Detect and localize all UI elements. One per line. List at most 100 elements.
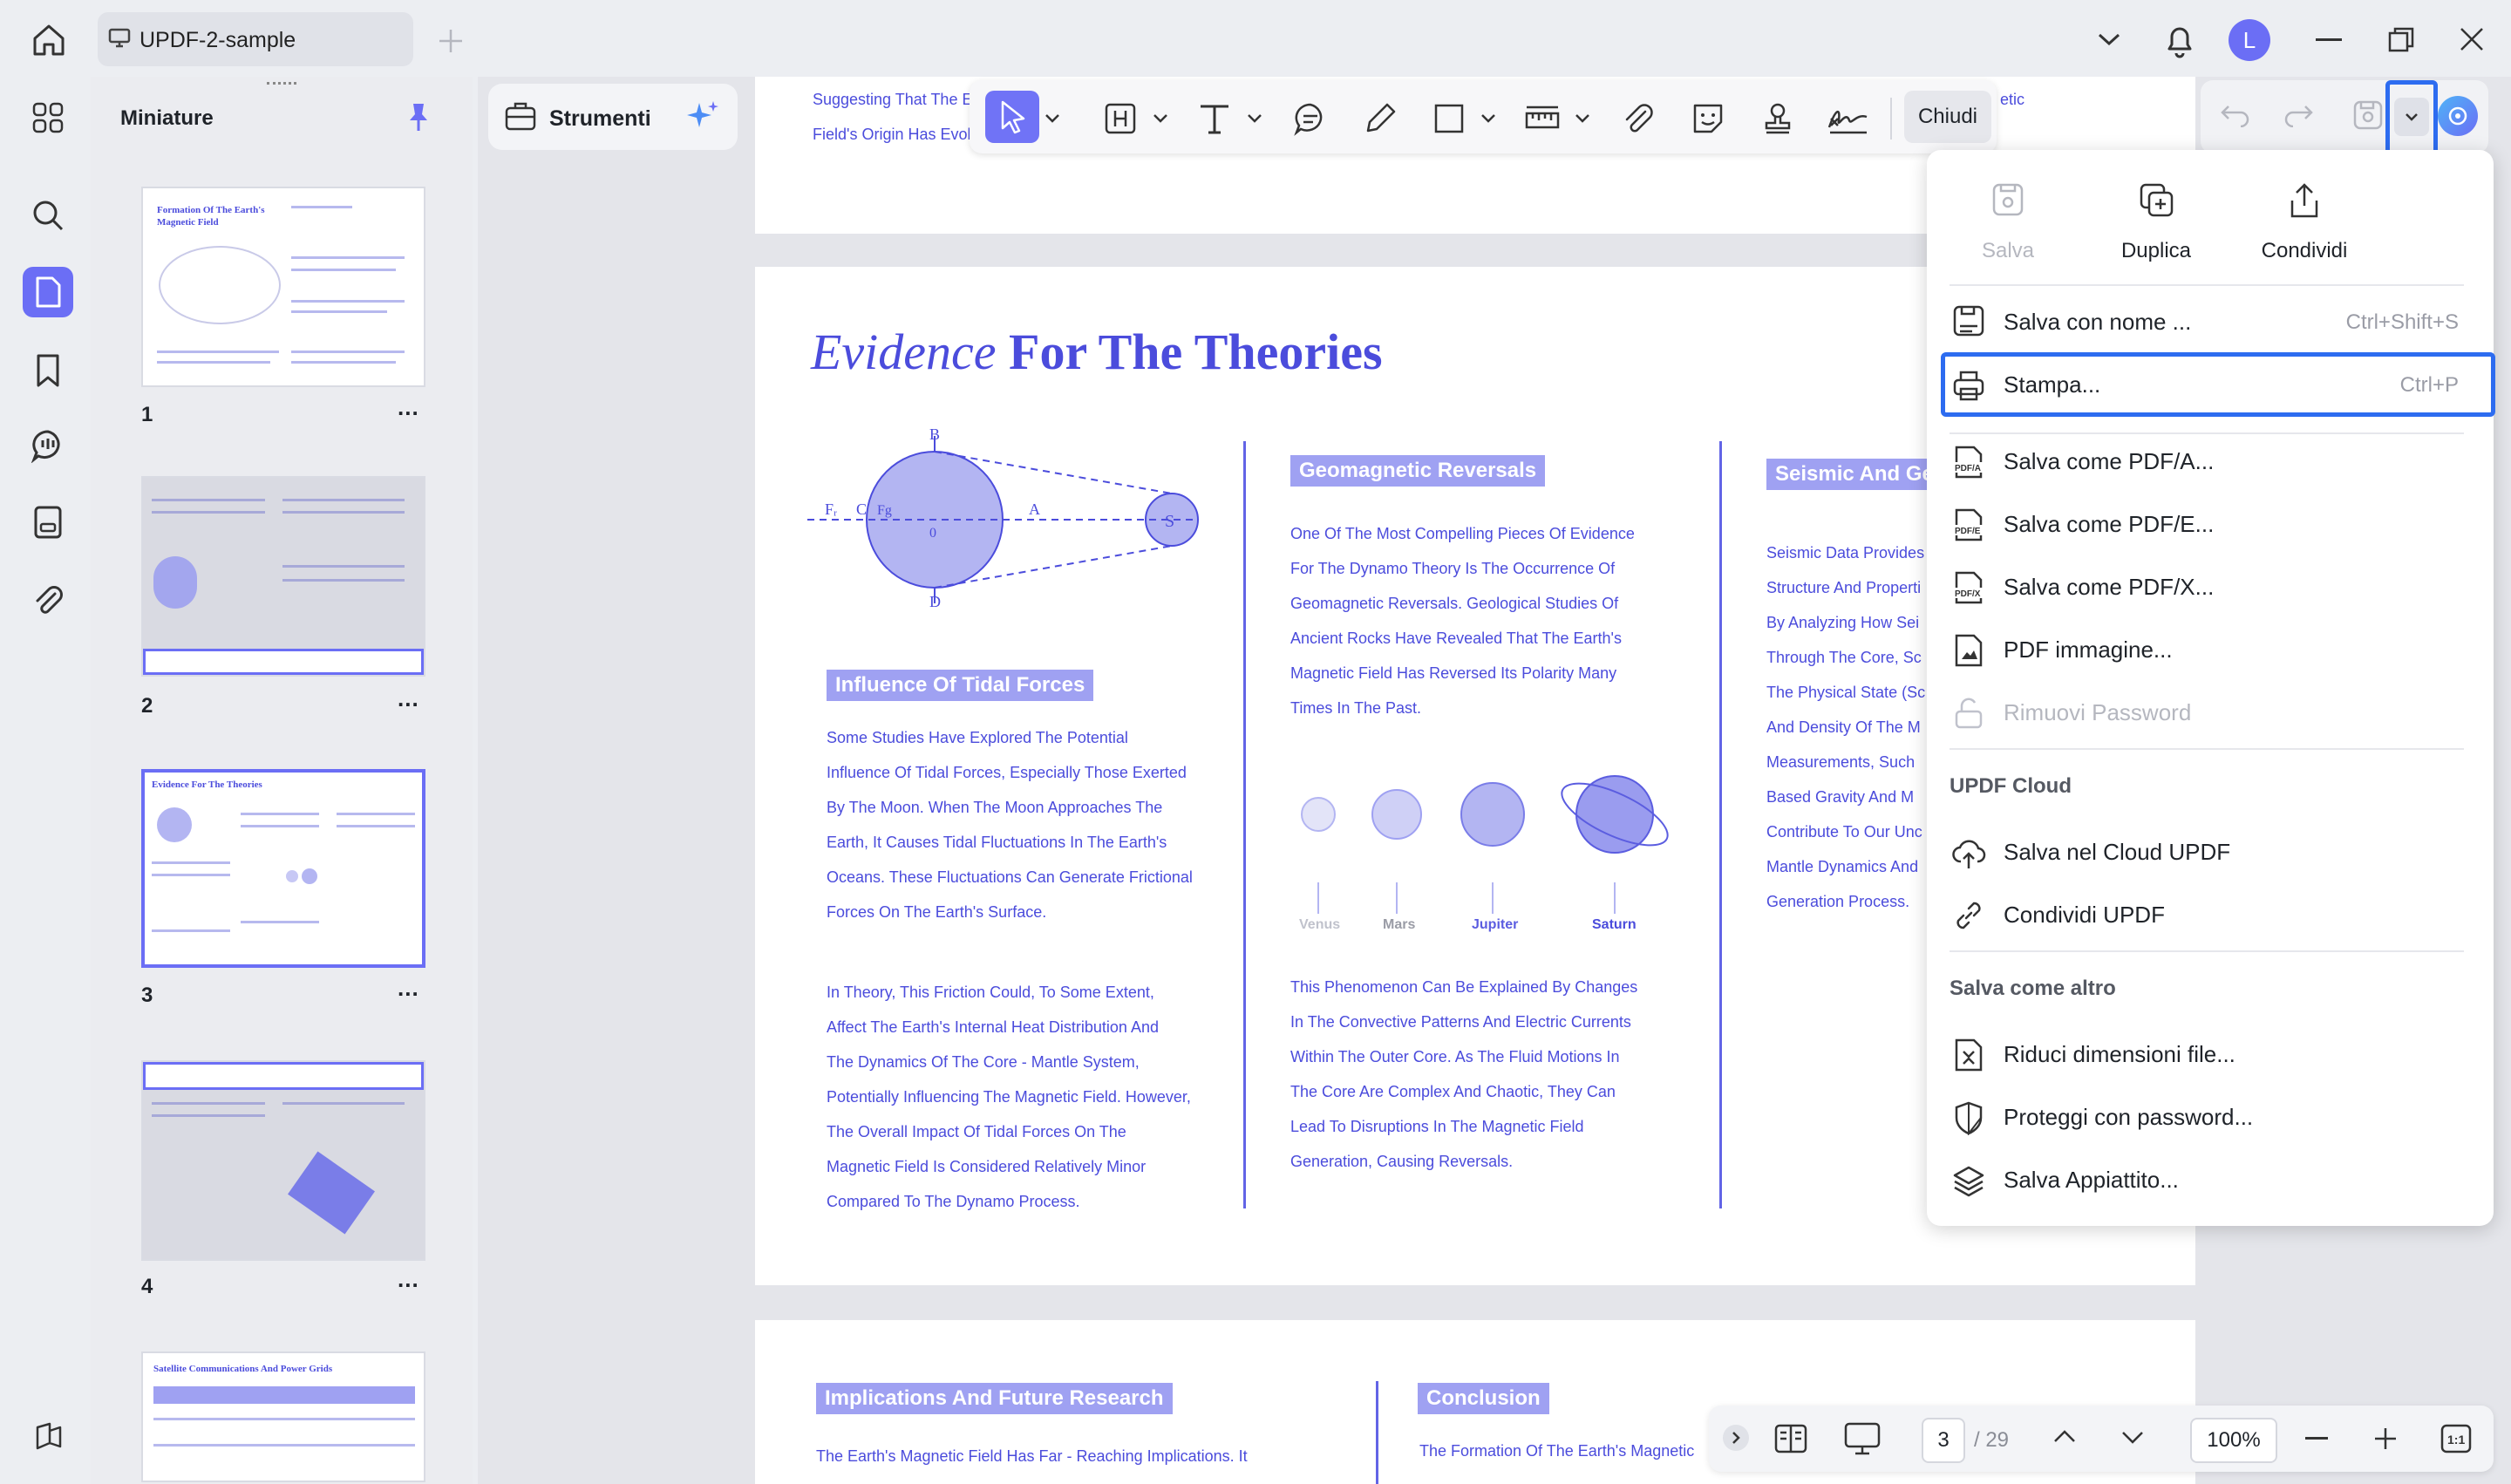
- tabs-dropdown-chevron-icon[interactable]: [2096, 30, 2122, 49]
- stampa-highlight-box: [1941, 352, 2495, 417]
- thumbnail-page-1[interactable]: Formation Of The Earth's Magnetic Field: [141, 187, 425, 387]
- svg-text:PDF/X: PDF/X: [1955, 589, 1981, 599]
- pen-tool-button[interactable]: [1358, 98, 1402, 140]
- notification-bell-icon[interactable]: [2162, 21, 2197, 59]
- thumbnail-panel-title: Miniature: [120, 106, 214, 130]
- thumbnail-more-button[interactable]: ...: [398, 685, 419, 712]
- shape-tool-dropdown[interactable]: [1479, 98, 1498, 140]
- page-layout-icon[interactable]: [1773, 1423, 1808, 1454]
- paperclip-icon: [36, 586, 63, 614]
- planet-label: Jupiter: [1472, 917, 1519, 932]
- rail-attachments[interactable]: [23, 575, 73, 626]
- quick-action-salva[interactable]: [1934, 181, 2082, 218]
- attachment-tool-button[interactable]: [1616, 98, 1660, 140]
- sticker-tool-button[interactable]: [1686, 98, 1730, 140]
- previous-page-icon[interactable]: [2052, 1428, 2077, 1444]
- close-window-icon[interactable]: [2459, 26, 2485, 52]
- select-tool-button[interactable]: [985, 91, 1039, 143]
- rail-forms[interactable]: [23, 497, 73, 548]
- thumbnail-page-5[interactable]: Satellite Communications And Power Grids: [141, 1351, 425, 1482]
- rail-apps[interactable]: [23, 92, 73, 143]
- paragraph-line: Oceans. These Fluctuations Can Generate …: [827, 868, 1193, 886]
- rail-bookmarks[interactable]: [23, 345, 73, 396]
- signature-tool-button[interactable]: [1824, 98, 1873, 140]
- paragraph-line: Mantle Dynamics And: [1766, 858, 1919, 875]
- chevron-right-icon: [1732, 1432, 1740, 1444]
- sticker-icon: [1693, 104, 1723, 133]
- rail-brush[interactable]: [23, 1411, 73, 1461]
- current-page-input[interactable]: 3: [1922, 1418, 1965, 1463]
- paragraph-line: This Phenomenon Can Be Explained By Chan…: [1290, 978, 1638, 996]
- rail-thumbnails[interactable]: [23, 267, 73, 317]
- thumbnail-more-button[interactable]: ...: [398, 394, 419, 421]
- user-avatar[interactable]: L: [2229, 19, 2270, 61]
- text-tool-dropdown[interactable]: [1245, 98, 1264, 140]
- chevron-down-icon: [1248, 114, 1262, 123]
- menu-item-label: Salva come PDF/E...: [2004, 511, 2215, 537]
- zoom-out-icon[interactable]: [2305, 1437, 2328, 1440]
- doc-text: Suggesting That The E: [813, 91, 973, 108]
- thumbnail-page-4[interactable]: [141, 1060, 425, 1261]
- ai-assistant-icon[interactable]: [2438, 96, 2478, 136]
- zoom-level-input[interactable]: 100%: [2190, 1418, 2277, 1463]
- thumbnail-page-2[interactable]: [141, 476, 425, 677]
- next-page-icon[interactable]: [2120, 1430, 2145, 1446]
- menu-item-label: Salva con nome ...: [2004, 309, 2192, 335]
- ai-sparkle-icon[interactable]: [684, 98, 722, 136]
- pen-icon: [1366, 103, 1396, 133]
- thumbnail-title: Evidence For The Theories: [152, 779, 262, 790]
- rail-search[interactable]: [23, 190, 73, 241]
- new-tab-plus-icon[interactable]: [436, 26, 466, 56]
- total-pages: / 29: [1974, 1428, 2010, 1452]
- select-tool-dropdown[interactable]: [1043, 98, 1062, 140]
- presentation-icon[interactable]: [1843, 1421, 1882, 1456]
- satellite-illustration: [288, 1151, 375, 1235]
- stamp-tool-button[interactable]: [1756, 98, 1800, 140]
- diagram-label: C: [856, 500, 867, 518]
- toolbar-divider: [1890, 98, 1892, 140]
- paragraph-line: The Dynamics Of The Core - Mantle System…: [827, 1053, 1140, 1071]
- menu-section-heading: UPDF Cloud: [1950, 774, 2072, 798]
- save-icon: [1992, 183, 2024, 216]
- menu-item-shortcut: Ctrl+Shift+S: [2345, 310, 2459, 334]
- quick-action-label: Condividi: [2261, 239, 2348, 262]
- close-tools-button[interactable]: Chiudi: [1904, 91, 1991, 143]
- home-icon[interactable]: [30, 21, 68, 59]
- seismic-paragraph: Seismic Data Provides Structure And Prope…: [1766, 535, 1925, 919]
- zoom-in-icon[interactable]: [2373, 1426, 2398, 1451]
- menu-item-label: Salva nel Cloud UPDF: [2004, 839, 2231, 865]
- comment-tool-button[interactable]: [1289, 98, 1332, 140]
- maximize-icon[interactable]: [2387, 26, 2415, 54]
- pin-icon[interactable]: [405, 101, 432, 133]
- thumbnail-diagram: [153, 556, 197, 609]
- paragraph-line: Generation, Causing Reversals.: [1290, 1153, 1514, 1170]
- paragraph-line: Structure And Properti: [1766, 579, 1922, 596]
- highlight-tool-dropdown[interactable]: [1151, 98, 1170, 140]
- measure-tool-dropdown[interactable]: [1573, 98, 1592, 140]
- text-t-icon: [1201, 105, 1228, 134]
- toolbox-icon: [504, 99, 537, 133]
- menu-item-label: Rimuovi Password: [2004, 699, 2192, 725]
- paragraph-line: Contribute To Our Unc: [1766, 823, 1922, 841]
- collapse-bar-button[interactable]: [1723, 1425, 1749, 1451]
- panel-resize-handle[interactable]: [267, 82, 296, 87]
- thumbnail-diagram: [157, 807, 192, 842]
- actual-size-icon[interactable]: 1:1: [2440, 1423, 2473, 1454]
- undo-icon[interactable]: [2220, 101, 2251, 127]
- measure-tool-button[interactable]: [1521, 98, 1564, 140]
- thumbnail-more-button[interactable]: ...: [398, 975, 419, 1002]
- highlight-tool-button[interactable]: [1099, 98, 1142, 140]
- thumbnail-more-button[interactable]: ...: [398, 1266, 419, 1293]
- paragraph-line: Through The Core, Sc: [1766, 649, 1922, 666]
- save-icon[interactable]: [2352, 99, 2384, 131]
- menu-divider: [1950, 748, 2464, 750]
- section-heading: Influence Of Tidal Forces: [827, 670, 1094, 701]
- thumbnail-page-3[interactable]: Evidence For The Theories: [141, 769, 425, 968]
- rail-comments[interactable]: [23, 420, 73, 471]
- quick-action-condividi[interactable]: [2230, 181, 2378, 220]
- shape-tool-button[interactable]: [1428, 98, 1470, 140]
- redo-icon[interactable]: [2283, 101, 2314, 127]
- text-tool-button[interactable]: [1193, 98, 1236, 140]
- minimize-icon[interactable]: [2316, 38, 2342, 42]
- quick-action-duplica[interactable]: [2082, 181, 2230, 218]
